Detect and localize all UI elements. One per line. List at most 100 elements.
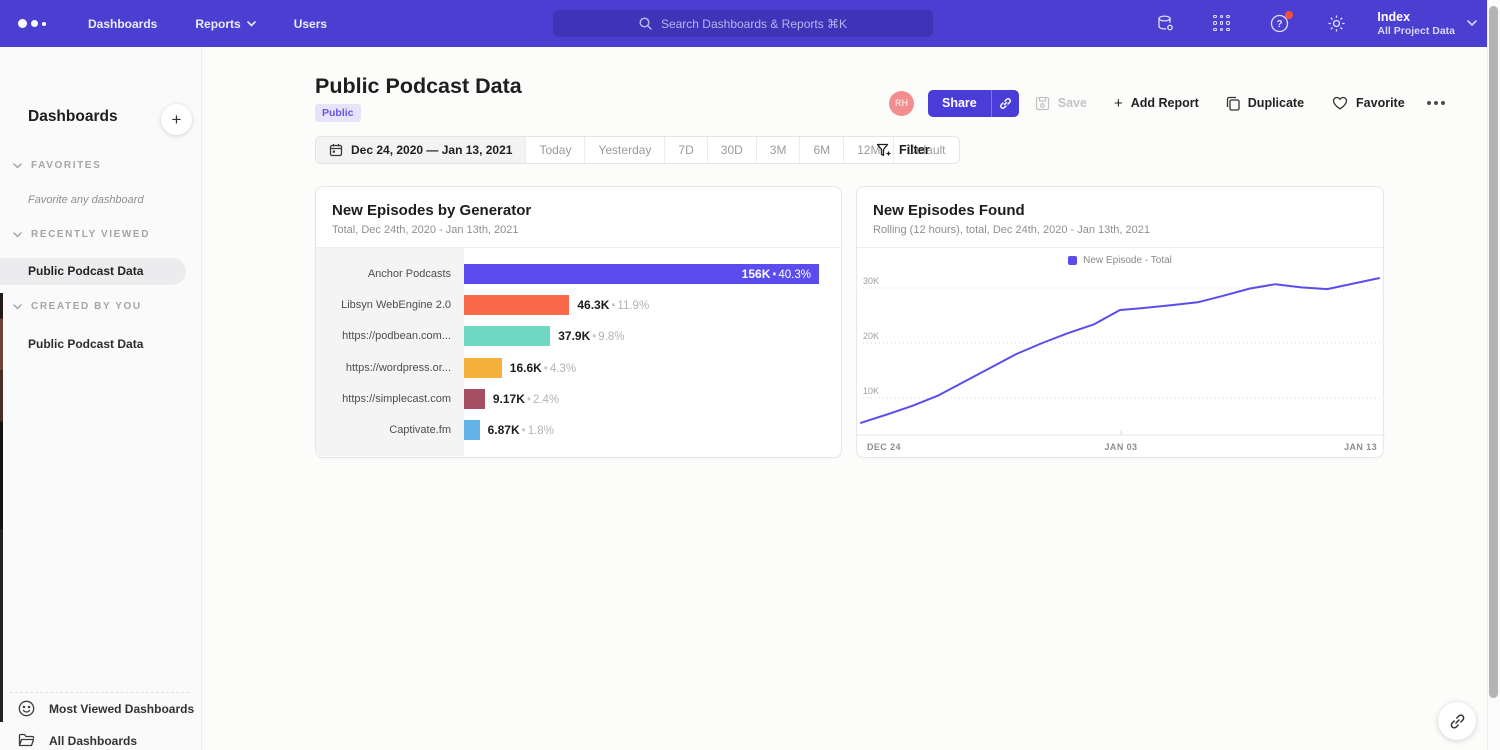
bar-track: 46.3K•11.9% <box>464 295 841 315</box>
bar-segment[interactable] <box>464 389 485 409</box>
date-preset-today[interactable]: Today <box>525 137 584 163</box>
bar-segment[interactable] <box>464 358 502 378</box>
notification-badge <box>1285 11 1293 19</box>
bar-segment[interactable] <box>464 420 480 440</box>
bar-category-label: https://simplecast.com <box>316 393 464 405</box>
bar-category-label: Libsyn WebEngine 2.0 <box>316 299 464 311</box>
favorites-empty-hint: Favorite any dashboard <box>28 194 144 206</box>
app-root: Dashboards Reports Users Search Dashboar… <box>0 0 1500 750</box>
link-icon <box>1449 713 1466 730</box>
bar-track: 16.6K•4.3% <box>464 358 841 378</box>
save-button[interactable]: Save <box>1035 96 1087 111</box>
bar-value-label: 6.87K•1.8% <box>488 423 554 437</box>
sidebar-divider <box>10 692 189 693</box>
calendar-icon <box>329 143 343 157</box>
search-icon <box>639 17 652 30</box>
project-name: Index <box>1377 10 1455 25</box>
sidebar-title: Dashboards <box>28 108 118 126</box>
bar-row: https://podbean.com...37.9K•9.8% <box>316 326 841 346</box>
chevron-down-icon <box>13 304 22 310</box>
nav-item-dashboards[interactable]: Dashboards <box>88 17 157 31</box>
share-link-fab[interactable] <box>1438 702 1476 740</box>
all-dashboards-link[interactable]: All Dashboards <box>18 733 137 748</box>
folder-icon <box>18 733 35 748</box>
bar-row: Libsyn WebEngine 2.0 46.3K•11.9% <box>316 295 841 315</box>
scrollbar-thumb[interactable] <box>1489 6 1498 698</box>
date-preset-7d[interactable]: 7D <box>664 137 706 163</box>
brand-logo-icon[interactable] <box>18 19 46 28</box>
line-plot[interactable]: 10K20K30KDEC 24JAN 03JAN 13 <box>857 272 1385 456</box>
bar-track: 9.17K•2.4% <box>464 389 841 409</box>
section-recently-viewed[interactable]: RECENTLY VIEWED <box>13 229 150 240</box>
sidebar-item-public-podcast-data-selected[interactable]: Public Podcast Data <box>0 258 186 285</box>
bar-value-label: 9.17K•2.4% <box>493 392 559 406</box>
bar-category-label: https://wordpress.or... <box>316 362 464 374</box>
legend-swatch <box>1068 256 1077 265</box>
card-new-episodes-by-generator: New Episodes by Generator Total, Dec 24t… <box>315 186 842 458</box>
y-axis-tick-label: 20K <box>863 331 879 341</box>
data-sources-icon[interactable] <box>1155 14 1175 34</box>
duplicate-button[interactable]: Duplicate <box>1226 96 1304 111</box>
chevron-down-icon <box>13 163 22 169</box>
bar-segment[interactable]: 156K•40.3% <box>464 264 819 284</box>
bar-track: 156K•40.3% <box>464 264 841 284</box>
chart-subtitle: Rolling (12 hours), total, Dec 24th, 202… <box>873 224 1367 236</box>
chevron-down-icon <box>1467 20 1477 27</box>
settings-gear-icon[interactable] <box>1326 14 1346 34</box>
project-selector[interactable]: Index All Project Data <box>1377 10 1477 38</box>
more-options-button[interactable] <box>1427 101 1445 105</box>
chart-legend: New Episode - Total <box>857 248 1383 272</box>
bar-segment[interactable] <box>464 295 569 315</box>
line-chart: New Episode - Total 10K20K30KDEC 24JAN 0… <box>857 248 1383 456</box>
date-range-picker[interactable]: Dec 24, 2020 — Jan 13, 2021 <box>316 137 525 163</box>
bar-rows: Anchor Podcasts156K•40.3% Libsyn WebEngin… <box>316 248 841 456</box>
date-preset-3m[interactable]: 3M <box>756 137 800 163</box>
chart-title: New Episodes Found <box>873 202 1367 219</box>
x-axis-tick-label: JAN 03 <box>1105 442 1138 452</box>
bar-row: https://simplecast.com 9.17K•2.4% <box>316 389 841 409</box>
share-button[interactable]: Share <box>928 90 991 117</box>
share-link-button[interactable] <box>991 90 1019 117</box>
bar-category-label: https://podbean.com... <box>316 330 464 342</box>
bar-segment[interactable] <box>464 326 550 346</box>
apps-grid-icon[interactable] <box>1212 14 1232 34</box>
filter-button[interactable]: Filter <box>876 136 930 164</box>
bar-value-label: 46.3K•11.9% <box>577 298 649 312</box>
y-axis-tick-label: 30K <box>863 276 879 286</box>
smiley-icon <box>18 700 35 717</box>
favorite-button[interactable]: Favorite <box>1332 96 1405 110</box>
help-icon[interactable]: ? <box>1269 14 1289 34</box>
visibility-badge: Public <box>315 104 361 122</box>
chevron-down-icon <box>13 232 22 238</box>
chart-subtitle: Total, Dec 24th, 2020 - Jan 13th, 2021 <box>332 224 825 236</box>
legend-label: New Episode - Total <box>1083 255 1172 266</box>
svg-text:?: ? <box>1276 19 1282 30</box>
scrollbar-track[interactable] <box>1487 0 1500 750</box>
card-new-episodes-found: New Episodes Found Rolling (12 hours), t… <box>856 186 1384 458</box>
top-nav: Dashboards Reports Users Search Dashboar… <box>0 0 1487 47</box>
sidebar-item-public-podcast-data[interactable]: Public Podcast Data <box>28 337 143 351</box>
add-report-button[interactable]: + Add Report <box>1114 95 1199 112</box>
bar-row: https://wordpress.or...16.6K•4.3% <box>316 358 841 378</box>
new-dashboard-button[interactable]: + <box>161 104 192 135</box>
share-button-group: Share <box>928 90 1019 117</box>
avatar[interactable]: RH <box>889 91 914 116</box>
nav-item-users[interactable]: Users <box>294 17 327 31</box>
most-viewed-dashboards-link[interactable]: Most Viewed Dashboards <box>18 700 194 717</box>
y-axis-tick-label: 10K <box>863 386 879 396</box>
header-actions: RH Share Save + Add Report Duplicate Fav… <box>889 89 1445 117</box>
section-created-by-you[interactable]: CREATED BY YOU <box>13 301 142 312</box>
search-input[interactable]: Search Dashboards & Reports ⌘K <box>553 10 933 37</box>
x-axis-tick-label: JAN 13 <box>1344 442 1377 452</box>
project-scope: All Project Data <box>1377 25 1455 38</box>
date-preset-6m[interactable]: 6M <box>799 137 843 163</box>
nav-item-reports[interactable]: Reports <box>195 17 255 31</box>
section-favorites[interactable]: FAVORITES <box>13 160 101 171</box>
date-preset-30d[interactable]: 30D <box>707 137 756 163</box>
date-preset-yesterday[interactable]: Yesterday <box>584 137 664 163</box>
chevron-down-icon <box>247 21 256 27</box>
bar-category-label: Anchor Podcasts <box>316 268 464 280</box>
nav-right: ? Index All Project Data <box>1155 0 1477 47</box>
card-header: New Episodes Found Rolling (12 hours), t… <box>857 187 1383 248</box>
bar-category-label: Captivate.fm <box>316 424 464 436</box>
